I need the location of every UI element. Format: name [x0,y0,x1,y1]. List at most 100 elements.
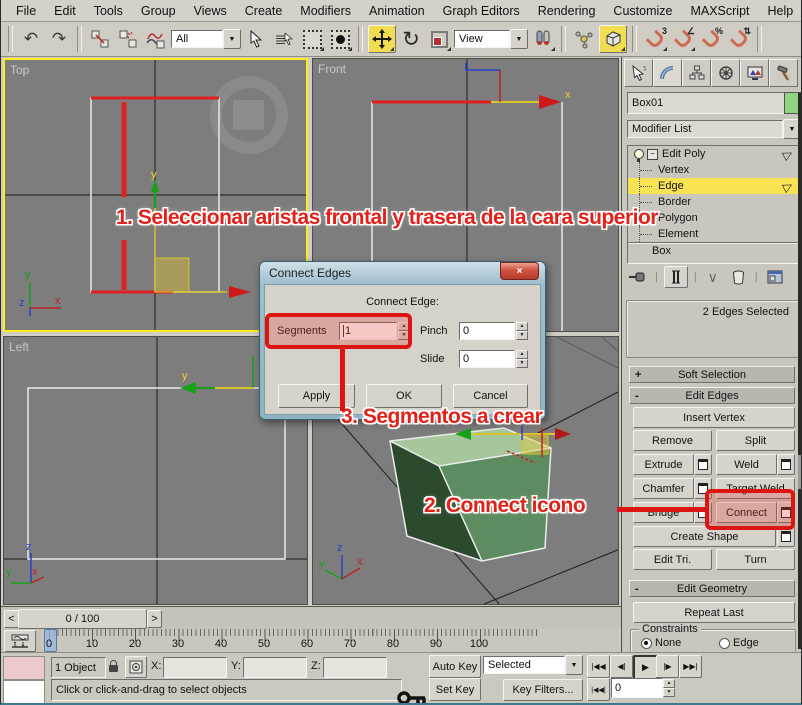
chamfer-button[interactable]: Chamfer [633,478,694,499]
panel-scrollbar-thumb[interactable] [798,455,802,489]
selection-filter-dropdown[interactable]: All ▼ [171,29,241,49]
snaps-toggle-button[interactable] [599,25,627,53]
y-coord-field[interactable] [243,657,307,678]
stack-row-edge-active[interactable]: Edge ▷ [628,178,798,194]
previous-frame-button[interactable]: ◀| [610,655,633,678]
key-filters-button[interactable]: Key Filters... [503,679,583,701]
pinch-spinner[interactable]: ▲▼ [516,322,528,340]
menu-edit[interactable]: Edit [45,1,85,21]
pinch-field[interactable]: 0 [459,322,515,340]
stack-row-edit-poly[interactable]: − Edit Poly ▷ [628,146,798,162]
percent-snap-toggle-icon[interactable]: % [698,26,724,52]
show-end-result-icon[interactable] [664,266,688,288]
select-object-button[interactable] [243,26,269,52]
stack-row-box-base[interactable]: Box [628,243,798,259]
close-icon[interactable]: × [500,262,539,280]
rollout-edit-edges[interactable]: -Edit Edges [629,387,795,404]
angle-snap-toggle-icon[interactable]: ∠ [670,26,696,52]
turn-button[interactable]: Turn [716,549,795,570]
repeat-last-button[interactable]: Repeat Last [633,602,795,623]
select-and-link-icon[interactable] [87,26,113,52]
configure-modifier-sets-icon[interactable] [764,270,786,284]
selection-lock-icon[interactable] [105,656,121,676]
track-bar-ruler[interactable]: 0 10 20 30 40 50 60 70 80 90 100 [41,629,619,652]
time-slider-thumb[interactable]: 0 / 100 [18,609,147,629]
go-to-start-button[interactable]: |◀◀ [587,655,610,678]
open-mini-curve-editor-button[interactable] [4,630,36,652]
maxscript-mini-listener-white[interactable] [3,680,45,704]
extrude-button[interactable]: Extrude [633,454,694,475]
maxscript-mini-listener-pink[interactable] [3,656,45,680]
tab-hierarchy[interactable] [682,59,711,87]
menu-group[interactable]: Group [132,1,185,21]
tree-expand-icon[interactable]: − [647,149,658,160]
dropdown-arrow-icon[interactable]: ▼ [565,655,583,675]
time-slider-right-arrow[interactable]: > [147,610,162,628]
tab-create[interactable] [624,59,653,87]
reference-coordinate-system-dropdown[interactable]: View ▼ [454,29,528,49]
window-crossing-toggle[interactable] [327,26,353,52]
constraint-edge-radio[interactable]: Edge [719,637,759,649]
select-and-scale-button[interactable] [426,26,452,52]
menu-customize[interactable]: Customize [604,1,681,21]
set-key-button[interactable]: Set Key [429,678,481,701]
split-button[interactable]: Split [716,430,795,451]
modifier-list-dropdown[interactable]: Modifier List ▼ [627,119,801,139]
rollout-soft-selection[interactable]: +Soft Selection [629,366,795,383]
remove-button[interactable]: Remove [633,430,712,451]
frame-spinner[interactable]: ▲▼ [663,679,675,697]
menu-maxscript[interactable]: MAXScript [681,1,758,21]
tab-utilities[interactable] [769,59,798,87]
spinner-snap-toggle-icon[interactable]: ⇅ [726,26,752,52]
rectangular-selection-region-button[interactable] [299,26,325,52]
bridge-button[interactable]: Bridge [633,502,694,523]
menu-graph-editors[interactable]: Graph Editors [434,1,529,21]
selection-set-dropdown[interactable]: Selected ▼ [483,655,583,675]
panel-scrollbar[interactable] [798,93,802,649]
object-name-field[interactable]: Box01 [627,92,786,114]
slide-spinner[interactable]: ▲▼ [516,350,528,368]
tab-modify[interactable] [653,59,682,87]
rollout-edit-geometry[interactable]: -Edit Geometry [629,580,795,597]
menu-create[interactable]: Create [236,1,292,21]
dropdown-arrow-icon[interactable]: ▼ [510,29,528,49]
play-button[interactable]: ▶ [633,655,658,680]
remove-modifier-icon[interactable] [729,270,749,285]
go-to-end-button[interactable]: ▶▶| [679,655,702,678]
tab-motion[interactable] [711,59,740,87]
next-frame-button[interactable]: |▶ [656,655,679,678]
unlink-selection-icon[interactable] [115,26,141,52]
select-and-rotate-button[interactable]: ↻ [398,26,424,52]
select-and-manipulate-button[interactable] [571,26,597,52]
undo-button[interactable]: ↶ [18,26,44,52]
z-coord-field[interactable] [323,657,387,678]
tab-display[interactable] [740,59,769,87]
weld-button[interactable]: Weld [716,454,777,475]
stack-row-vertex[interactable]: Vertex [628,162,798,178]
menu-rendering[interactable]: Rendering [529,1,605,21]
menu-animation[interactable]: Animation [360,1,434,21]
weld-settings-button[interactable] [777,454,795,475]
absolute-mode-transform-icon[interactable] [125,656,147,678]
time-slider-left-arrow[interactable]: < [4,610,19,628]
pin-stack-icon[interactable] [627,270,649,284]
use-pivot-point-center-button[interactable] [530,26,556,52]
menu-tools[interactable]: Tools [85,1,132,21]
slide-field[interactable]: 0 [459,350,515,368]
menu-file[interactable]: File [7,1,45,21]
extrude-settings-button[interactable] [694,454,712,475]
redo-button[interactable]: ↷ [46,26,72,52]
auto-key-button[interactable]: Auto Key [429,655,481,678]
edit-tri-button[interactable]: Edit Tri. [633,549,712,570]
current-frame-field[interactable]: 0 [611,678,663,698]
dropdown-arrow-icon[interactable]: ▼ [223,29,241,49]
select-and-move-button[interactable] [368,25,396,53]
key-mode-toggle-button[interactable]: |◀◀| [587,678,610,701]
snap-3d-icon[interactable]: 3 [642,26,668,52]
bulb-icon[interactable] [634,149,644,159]
menu-modifiers[interactable]: Modifiers [291,1,360,21]
menu-views[interactable]: Views [185,1,236,21]
constraint-none-radio[interactable]: None [641,637,681,649]
select-by-name-button[interactable]: ≣ [271,26,297,52]
insert-vertex-button[interactable]: Insert Vertex [633,407,795,428]
